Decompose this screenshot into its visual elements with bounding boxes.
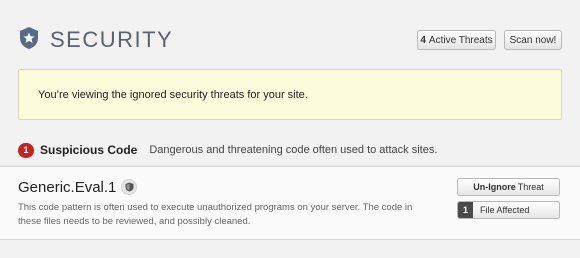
threat-description: This code pattern is often used to execu… bbox=[18, 202, 413, 227]
active-threats-button[interactable]: 4 Active Threats bbox=[417, 30, 496, 50]
unignore-label-rest: Threat bbox=[517, 182, 544, 192]
category-title: Suspicious Code bbox=[40, 143, 138, 157]
notice-text: You’re viewing the ignored security thre… bbox=[38, 88, 308, 101]
active-threats-count: 4 bbox=[420, 34, 426, 46]
unignore-threat-button[interactable]: Un-Ignore Threat bbox=[457, 178, 560, 196]
category-description: Dangerous and threatening code often use… bbox=[149, 144, 438, 156]
unignore-label-bold: Un-Ignore bbox=[473, 182, 516, 192]
ignored-notice: You’re viewing the ignored security thre… bbox=[18, 69, 562, 120]
files-affected-button[interactable]: 1 File Affected bbox=[457, 201, 560, 219]
threat-category-heading: 1 Suspicious Code Dangerous and threaten… bbox=[18, 142, 437, 158]
threat-panel: Generic.Eval.1 This code pattern is ofte… bbox=[0, 166, 580, 240]
page-title: SECURITY bbox=[50, 27, 174, 52]
header: SECURITY 4 Active Threats Scan now! bbox=[0, 0, 580, 70]
active-threats-label: Active Threats bbox=[428, 34, 493, 46]
files-count: 1 bbox=[458, 202, 473, 218]
shield-icon bbox=[121, 179, 137, 195]
scan-now-button[interactable]: Scan now! bbox=[504, 30, 562, 50]
shield-star-icon bbox=[20, 27, 38, 49]
threat-count-badge: 1 bbox=[18, 142, 34, 158]
files-affected-label: File Affected bbox=[480, 205, 530, 215]
threat-name: Generic.Eval.1 bbox=[18, 179, 117, 196]
